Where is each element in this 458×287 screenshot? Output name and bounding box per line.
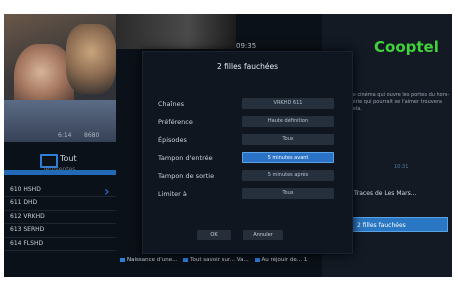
label-channels: Chaînes <box>158 100 184 108</box>
person-figure <box>66 24 116 94</box>
label-buffer-out: Tampon de sortie <box>158 172 215 180</box>
buffer-out-select[interactable]: 5 minutes après <box>242 170 334 181</box>
channel-item[interactable]: 610 HSHD <box>4 184 116 198</box>
episodes-select[interactable]: Tous <box>242 134 334 145</box>
live-video-thumbnail: 6:14 8680 <box>4 14 116 142</box>
record-icon <box>183 257 189 262</box>
ticker-item[interactable]: Naissance d'une... <box>127 257 177 263</box>
channel-item[interactable]: 612 VRKHD <box>4 211 116 225</box>
selection-bar <box>4 170 116 175</box>
program-synopsis: Le cinéma qui ouvre les portes du hors-s… <box>350 92 450 112</box>
label-buffer-in: Tampon d'entrée <box>158 154 213 162</box>
brand-logo: Cooptel <box>374 38 439 56</box>
channels-select[interactable]: VRKHD 611 <box>242 98 334 109</box>
clock: 09:35 <box>236 42 257 50</box>
selected-program-button[interactable]: 2 filles fauchées <box>350 217 448 232</box>
schedule-time: 10:31 <box>394 164 409 170</box>
preference-select[interactable]: Haute définition <box>242 116 334 127</box>
video-label-1: 6:14 <box>58 132 72 139</box>
ticker-item[interactable]: 1 <box>304 257 308 263</box>
chevron-right-icon[interactable]: › <box>104 184 110 200</box>
record-icon <box>120 257 125 262</box>
channel-list: 610 HSHD 611 DHD 612 VRKHD 613 SERHD 614… <box>4 184 116 251</box>
cancel-button[interactable]: Annuler <box>243 230 283 240</box>
video-label-2: 8680 <box>84 132 100 139</box>
limit-select[interactable]: Tous <box>242 188 334 199</box>
program-preview <box>116 14 236 49</box>
channel-item[interactable]: 614 FLSHD <box>4 238 116 251</box>
label-preference: Préférence <box>158 118 193 126</box>
program-title[interactable]: Traces de Les Mars... <box>354 190 417 197</box>
ticker-item[interactable]: Tout savoir sur... Va... <box>190 257 249 263</box>
record-icon <box>254 257 260 262</box>
label-episodes: Épisodes <box>158 136 187 144</box>
buffer-in-select[interactable]: 5 minutes avant <box>242 152 334 163</box>
channel-item[interactable]: 611 DHD <box>4 197 116 211</box>
dialog-title: 2 filles fauchées <box>217 62 278 71</box>
ok-button[interactable]: OK <box>197 230 231 240</box>
recording-dialog: 2 filles fauchées Chaînes VRKHD 611 Préf… <box>142 51 353 254</box>
tv-screen: 6:14 8680 09:35 Cooptel Le cinéma qui ou… <box>4 14 452 277</box>
label-limit: Limiter à <box>158 190 187 198</box>
program-ticker: Naissance d'une... Tout savoir sur... Va… <box>116 254 452 266</box>
channel-item[interactable]: 613 SERHD <box>4 224 116 238</box>
ticker-item[interactable]: Au réjouir de... <box>262 257 303 263</box>
section-label[interactable]: Tout <box>60 154 77 163</box>
